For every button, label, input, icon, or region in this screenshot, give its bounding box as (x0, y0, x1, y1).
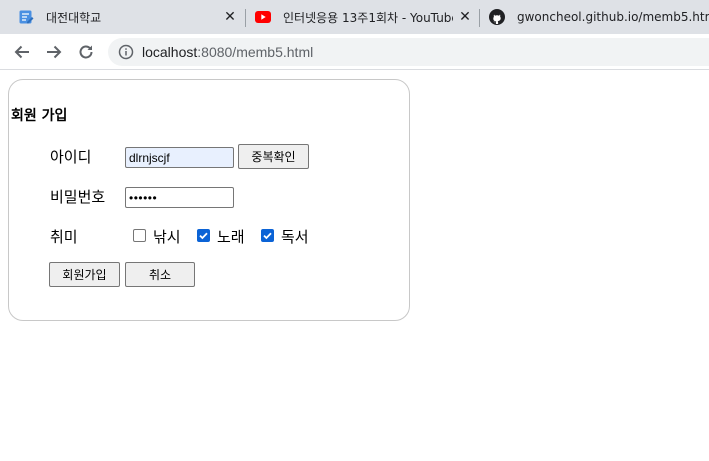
github-icon (489, 9, 505, 25)
url-text: localhost:8080/memb5.html (142, 44, 313, 60)
tab-github[interactable]: gwoncheol.github.io/memb5.html (489, 0, 709, 34)
back-icon[interactable] (10, 40, 34, 64)
password-field[interactable]: •••••• (125, 187, 234, 208)
address-bar[interactable]: localhost:8080/memb5.html (108, 38, 709, 66)
tab-daejeon-university[interactable]: 대전대학교 ✕ (18, 0, 238, 34)
checkmark-icon (199, 232, 208, 240)
hobby-singing-checkbox[interactable] (197, 229, 210, 242)
id-label: 아이디 (50, 148, 92, 166)
checkmark-icon (263, 232, 272, 240)
forward-icon[interactable] (42, 40, 66, 64)
form-heading: 회원 가입 (11, 108, 68, 124)
url-path: :8080/memb5.html (197, 44, 314, 60)
url-host: localhost (142, 44, 198, 60)
tab-divider (479, 9, 480, 27)
youtube-icon (255, 9, 271, 25)
hobby-fishing-checkbox[interactable] (133, 229, 146, 242)
tab-divider (245, 9, 246, 27)
tab-title: 인터넷응용 13주1회차 - YouTube (283, 10, 453, 25)
cancel-button[interactable]: 취소 (125, 262, 195, 287)
browser-toolbar: localhost:8080/memb5.html (0, 34, 709, 70)
tab-title: 대전대학교 (46, 10, 102, 25)
close-icon[interactable]: ✕ (457, 9, 473, 25)
tab-title: gwoncheol.github.io/memb5.html (517, 10, 709, 24)
duplicate-check-button[interactable]: 중복확인 (238, 144, 309, 169)
signup-button[interactable]: 회원가입 (49, 262, 120, 287)
tab-strip: 대전대학교 ✕ 인터넷응용 13주1회차 - YouTube ✕ gwonche… (0, 0, 709, 34)
hobby-fishing-label: 낚시 (153, 228, 181, 246)
info-icon[interactable] (118, 44, 134, 60)
tab-youtube[interactable]: 인터넷응용 13주1회차 - YouTube ✕ (255, 0, 473, 34)
hobby-label: 취미 (50, 228, 78, 246)
signup-form-card: 회원 가입 아이디 dlrnjscjf 중복확인 비밀번호 •••••• 취미 … (8, 79, 410, 321)
reload-icon[interactable] (74, 40, 98, 64)
hobby-singing-label: 노래 (217, 228, 245, 246)
id-field[interactable]: dlrnjscjf (125, 147, 234, 168)
password-label: 비밀번호 (50, 188, 106, 206)
hobby-reading-label: 독서 (281, 228, 309, 246)
hobby-reading-checkbox[interactable] (261, 229, 274, 242)
close-icon[interactable]: ✕ (222, 9, 238, 25)
page-content: 회원 가입 아이디 dlrnjscjf 중복확인 비밀번호 •••••• 취미 … (0, 71, 709, 461)
edit-note-icon (18, 9, 34, 25)
